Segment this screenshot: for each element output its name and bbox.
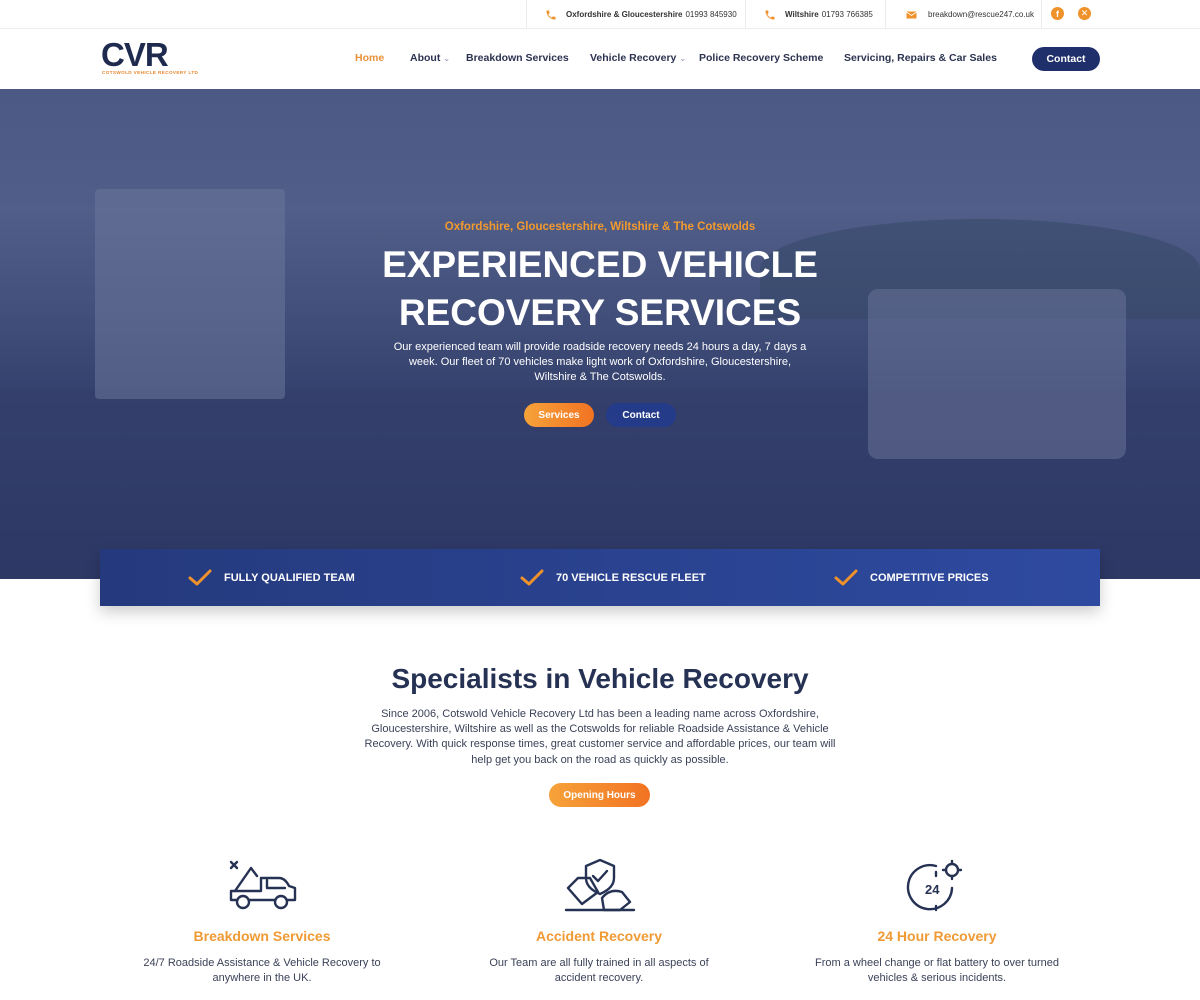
nav-breakdown-services[interactable]: Breakdown Services [466, 52, 569, 64]
feature-label: FULLY QUALIFIED TEAM [224, 571, 355, 584]
header-contact-button[interactable]: Contact [1032, 47, 1100, 71]
service-read-more[interactable] [449, 993, 749, 997]
envelope-icon [906, 11, 917, 18]
service-read-more[interactable] [112, 993, 412, 997]
phone-oxfordshire[interactable]: Oxfordshire & Gloucestershire 01993 8459… [526, 0, 745, 29]
hero-contact-button[interactable]: Contact [606, 403, 676, 427]
checkmark-icon [520, 569, 544, 585]
hero-title: EXPERIENCED VEHICLE RECOVERY SERVICES [382, 244, 818, 333]
feature-label: COMPETITIVE PRICES [870, 571, 989, 584]
service-title[interactable]: Accident Recovery [449, 928, 749, 944]
nav-about[interactable]: About ⌄ [410, 52, 450, 64]
crashed-car-shield-icon [564, 858, 636, 912]
feature-item: 70 VEHICLE RESCUE FLEET [520, 549, 706, 606]
service-title[interactable]: Breakdown Services [112, 928, 412, 944]
phone1-number: 01993 845930 [685, 10, 737, 19]
checkmark-icon [834, 569, 858, 585]
feature-item: COMPETITIVE PRICES [834, 549, 989, 606]
checkmark-icon [188, 569, 212, 585]
svg-text:24: 24 [925, 882, 940, 897]
phone2-number: 01793 766385 [821, 10, 873, 19]
hero-text: Our experienced team will provide roadsi… [393, 341, 807, 383]
hero-tagline: Oxfordshire, Gloucestershire, Wiltshire … [444, 221, 756, 233]
site-header: CVR COTSWOLD VEHICLE RECOVERY LTD Home A… [0, 29, 1200, 89]
nav-servicing[interactable]: Servicing, Repairs & Car Sales [844, 52, 997, 64]
section-text: Since 2006, Cotswold Vehicle Recovery Lt… [364, 708, 836, 766]
logo-mark: CVR [101, 36, 169, 73]
logo[interactable]: CVR COTSWOLD VEHICLE RECOVERY LTD [101, 36, 198, 78]
feature-label: 70 VEHICLE RESCUE FLEET [556, 571, 706, 584]
service-text: 24/7 Roadside Assistance & Vehicle Recov… [143, 957, 381, 985]
nav-home[interactable]: Home [355, 52, 384, 64]
email-link[interactable]: breakdown@rescue247.co.uk [885, 0, 1041, 29]
email-address: breakdown@rescue247.co.uk [928, 10, 1034, 19]
social-links [1041, 0, 1200, 29]
top-contact-bar: Oxfordshire & Gloucestershire 01993 8459… [0, 0, 1200, 29]
nav-police-recovery[interactable]: Police Recovery Scheme [699, 52, 823, 64]
tow-truck-icon [229, 860, 297, 910]
hero-banner: Oxfordshire, Gloucestershire, Wiltshire … [0, 89, 1200, 579]
phone-wiltshire[interactable]: Wiltshire 01793 766385 [745, 0, 885, 29]
section-title: Specialists in Vehicle Recovery [391, 663, 809, 694]
website-icon[interactable]: ✕ [1078, 7, 1091, 20]
phone1-region: Oxfordshire & Gloucestershire [566, 10, 683, 19]
service-text: Our Team are all fully trained in all as… [489, 957, 709, 985]
service-text: From a wheel change or flat battery to o… [815, 957, 1059, 985]
logo-tagline: COTSWOLD VEHICLE RECOVERY LTD [102, 70, 199, 75]
chevron-down-icon: ⌄ [443, 54, 451, 63]
24-hour-clock-icon: 24 [906, 859, 963, 912]
hero-services-button[interactable]: Services [524, 403, 594, 427]
service-read-more[interactable] [787, 993, 1087, 997]
chevron-down-icon: ⌄ [679, 54, 687, 63]
phone-icon [765, 10, 775, 19]
phone-icon [546, 10, 556, 19]
features-band: FULLY QUALIFIED TEAM 70 VEHICLE RESCUE F… [100, 549, 1100, 606]
facebook-icon[interactable]: f [1051, 7, 1064, 20]
nav-vehicle-recovery[interactable]: Vehicle Recovery ⌄ [590, 52, 686, 64]
opening-hours-button[interactable]: Opening Hours [549, 783, 650, 807]
feature-item: FULLY QUALIFIED TEAM [188, 549, 355, 606]
service-title[interactable]: 24 Hour Recovery [787, 928, 1087, 944]
phone2-region: Wiltshire [785, 10, 819, 19]
